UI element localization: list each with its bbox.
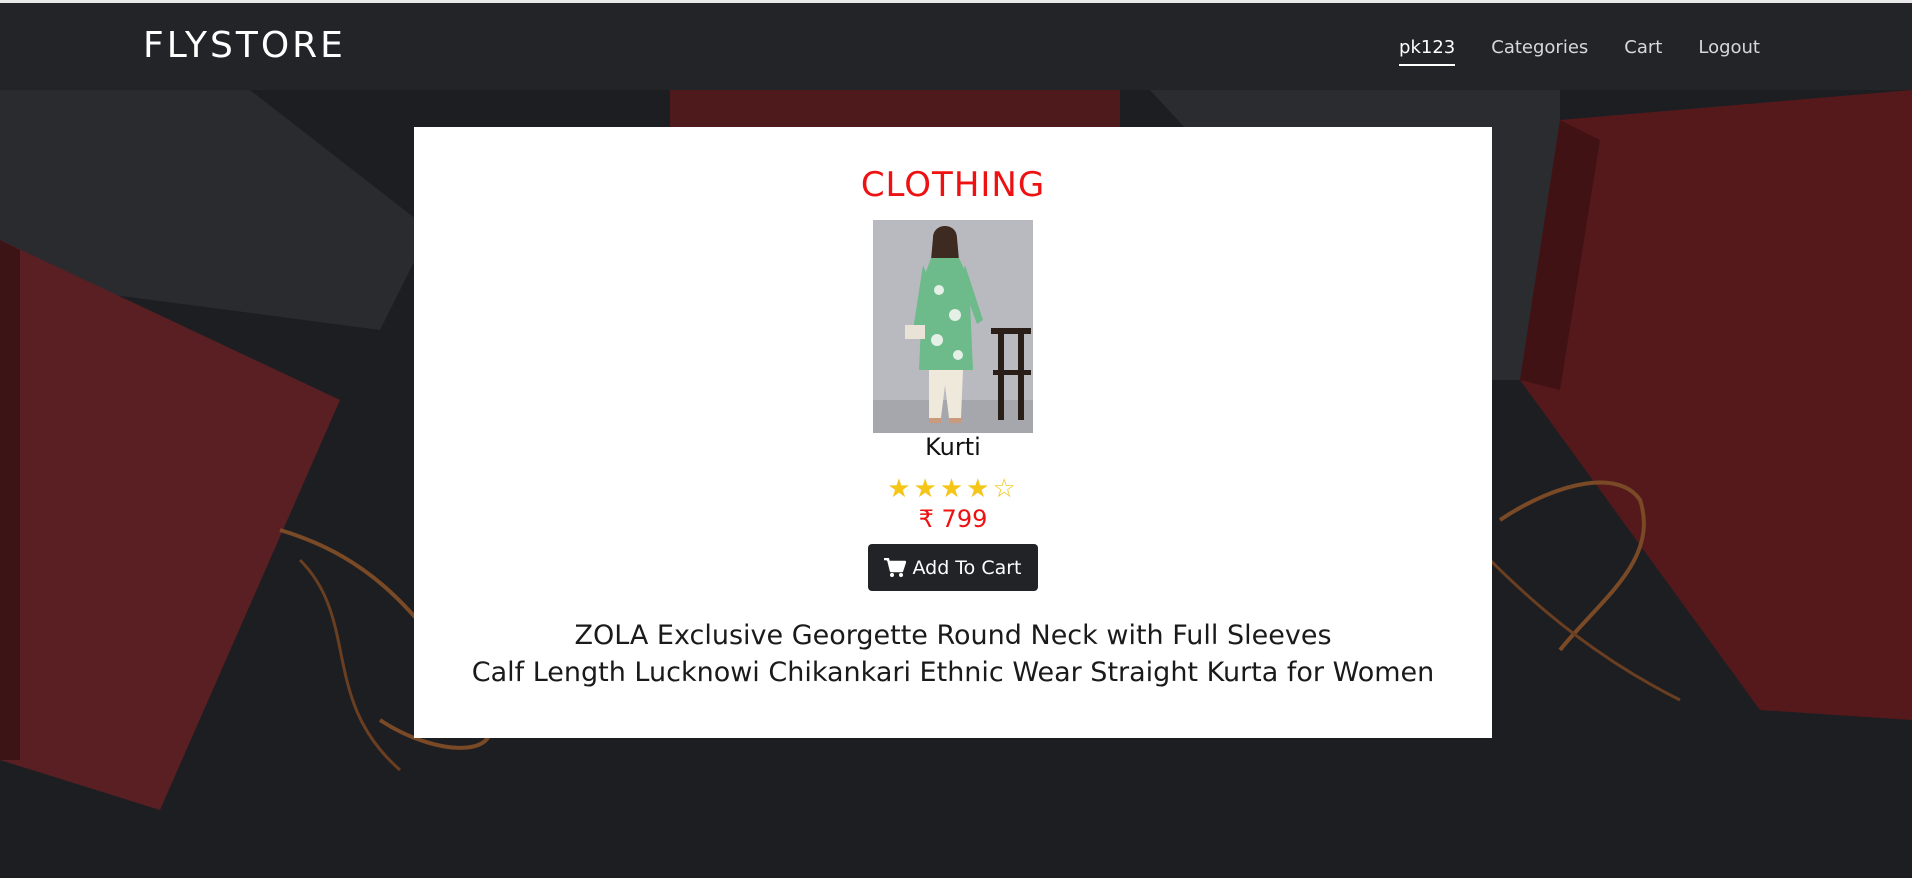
- category-title: CLOTHING: [860, 165, 1046, 205]
- nav-link-categories[interactable]: Categories: [1491, 37, 1588, 66]
- product-price: ₹ 799: [414, 505, 1492, 533]
- star-empty-icon: ☆: [992, 473, 1019, 503]
- star-filled-icon: ★: [913, 473, 940, 503]
- brand-logo[interactable]: FLYSTORE: [143, 25, 346, 66]
- star-filled-icon: ★: [966, 473, 993, 503]
- navbar: FLYSTORE pk123 Categories Cart Logout: [0, 0, 1912, 90]
- nav-link-user[interactable]: pk123: [1399, 37, 1456, 66]
- description-line: Calf Length Lucknowi Chikankari Ethnic W…: [471, 657, 1435, 688]
- add-to-cart-button[interactable]: Add To Cart: [868, 544, 1038, 591]
- product-name: Kurti: [925, 433, 981, 461]
- product-description: ZOLA Exclusive Georgette Round Neck with…: [414, 617, 1492, 691]
- currency-symbol: ₹: [918, 505, 934, 533]
- nav-links: pk123 Categories Cart Logout: [1363, 37, 1760, 66]
- star-filled-icon: ★: [887, 473, 914, 503]
- add-to-cart-label: Add To Cart: [912, 556, 1022, 579]
- nav-link-cart[interactable]: Cart: [1624, 37, 1662, 66]
- nav-link-logout[interactable]: Logout: [1698, 37, 1760, 66]
- price-value: 799: [941, 505, 988, 533]
- product-card: CLOTHING Kurti ★★★★☆ ₹ 799 Add To Cart Z…: [414, 127, 1492, 738]
- product-image: [873, 220, 1033, 433]
- star-rating: ★★★★☆: [414, 473, 1492, 504]
- star-filled-icon: ★: [939, 473, 967, 503]
- shopping-cart-icon: [884, 557, 907, 577]
- description-line: ZOLA Exclusive Georgette Round Neck with…: [574, 620, 1332, 651]
